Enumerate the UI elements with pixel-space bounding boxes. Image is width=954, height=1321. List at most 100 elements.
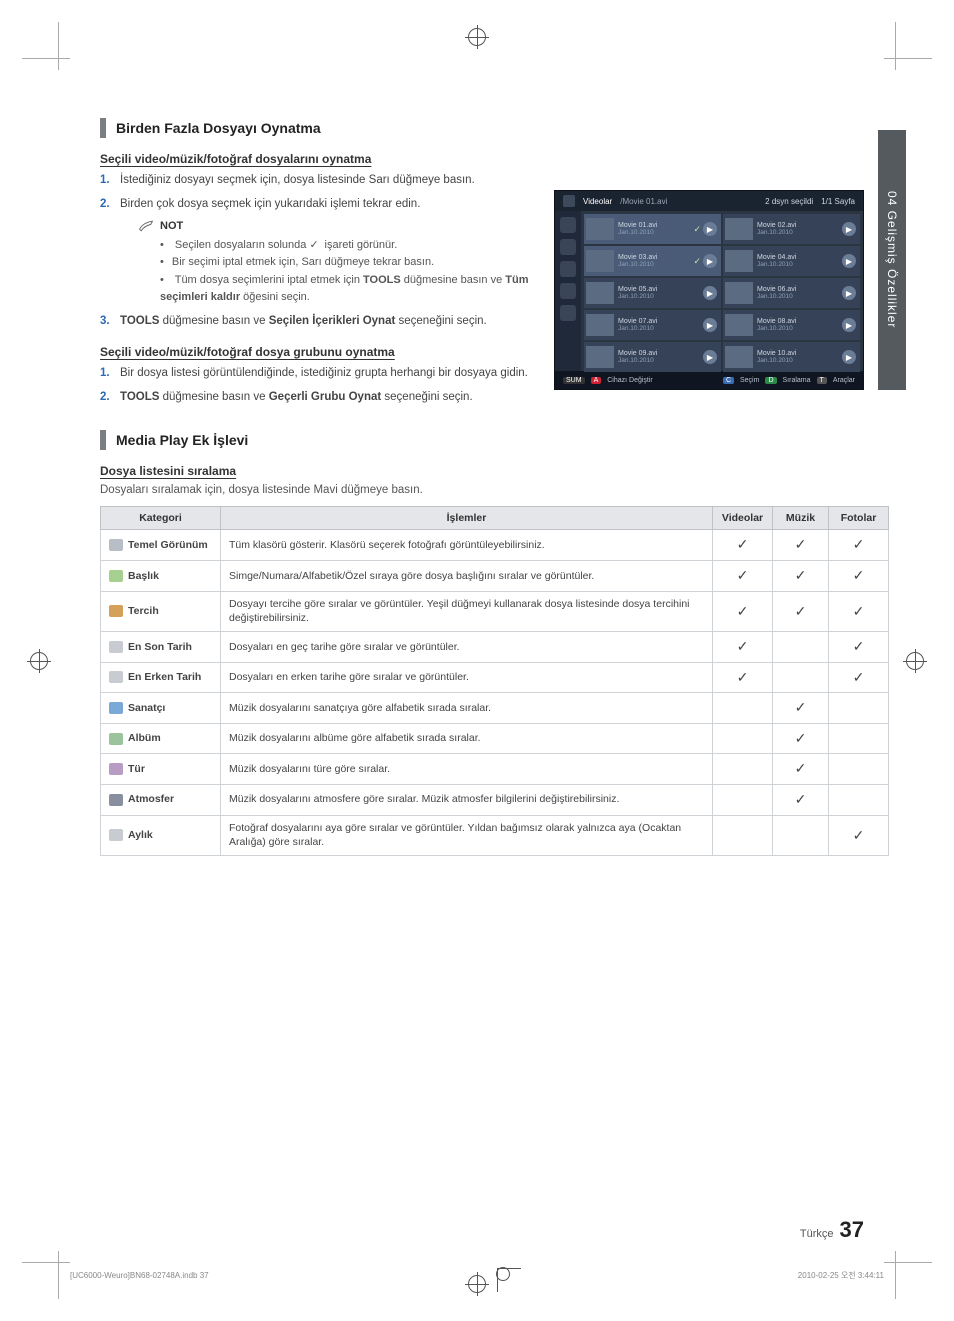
ss-file-item: Movie 07.aviJan.10.2010▶ xyxy=(584,310,721,340)
cell-ops: Dosyayı tercihe göre sıralar ve görüntül… xyxy=(221,591,713,631)
ss-header: Videolar /Movie 01.avi 2 dsyn seçildi 1/… xyxy=(555,191,863,211)
table-row: En Erken TarihDosyaları en erken tarihe … xyxy=(101,662,889,693)
cell-videos xyxy=(713,723,773,754)
bullet-text: düğmesine basın ve xyxy=(401,274,506,286)
cell-category: Aylık xyxy=(101,815,221,855)
cell-music: ✓ xyxy=(773,754,829,785)
check-icon: ✓ xyxy=(309,237,321,255)
cell-photos xyxy=(829,785,889,816)
footer-lang: Türkçe xyxy=(800,1228,834,1240)
th-music: Müzik xyxy=(773,507,829,530)
th-category: Kategori xyxy=(101,507,221,530)
thumbnail-icon xyxy=(586,314,614,336)
th-videos: Videolar xyxy=(713,507,773,530)
play-icon: ▶ xyxy=(842,254,856,268)
cell-category: En Erken Tarih xyxy=(101,662,221,693)
ss-item-text: Movie 09.aviJan.10.2010 xyxy=(618,350,657,365)
section-heading-1: Birden Fazla Dosyayı Oynatma xyxy=(100,118,889,138)
step-number: 1. xyxy=(100,365,120,383)
ss-item-name: Movie 10.avi xyxy=(757,350,796,358)
ss-grid: Movie 01.aviJan.10.2010✓▶Movie 02.aviJan… xyxy=(581,211,863,371)
thumbnail-icon xyxy=(725,346,753,368)
cell-category: Albüm xyxy=(101,723,221,754)
note-row: NOT xyxy=(138,218,555,235)
ss-item-date: Jan.10.2010 xyxy=(618,325,657,332)
ss-item-text: Movie 07.aviJan.10.2010 xyxy=(618,318,657,333)
ss-item-name: Movie 05.avi xyxy=(618,286,657,294)
table-row: TercihDosyayı tercihe göre sıralar ve gö… xyxy=(101,591,889,631)
category-icon xyxy=(109,570,123,582)
sidebar-icon xyxy=(560,261,576,277)
section-heading-2: Media Play Ek İşlevi xyxy=(100,430,889,450)
cell-ops: Tüm klasörü gösterir. Klasörü seçerek fo… xyxy=(221,530,713,561)
table-row: TürMüzik dosyalarını türe göre sıralar.✓ xyxy=(101,754,889,785)
category-icon xyxy=(109,605,123,617)
check-icon: ✓ xyxy=(693,224,701,235)
cell-photos: ✓ xyxy=(829,591,889,631)
table-row: AlbümMüzik dosyalarını albüme göre alfab… xyxy=(101,723,889,754)
ss-item-name: Movie 04.avi xyxy=(757,254,796,262)
section-bar-icon xyxy=(100,430,106,450)
cell-videos xyxy=(713,693,773,724)
doc-footer-right: 2010-02-25 오전 3:44:11 xyxy=(798,1270,884,1281)
ss-item-date: Jan.10.2010 xyxy=(757,229,796,236)
section-title-2: Media Play Ek İşlevi xyxy=(116,432,248,448)
thumbnail-icon xyxy=(725,218,753,240)
step-number: 2. xyxy=(100,196,120,307)
play-icon: ▶ xyxy=(703,350,717,364)
cell-category: Tür xyxy=(101,754,221,785)
ss-item-name: Movie 01.avi xyxy=(618,222,657,230)
bullet-2: Bir seçimi iptal etmek için, Sarı düğmey… xyxy=(160,254,555,272)
category-icon xyxy=(109,733,123,745)
cell-category: En Son Tarih xyxy=(101,632,221,663)
check-icon: ✓ xyxy=(693,256,701,267)
thumbnail-icon xyxy=(586,282,614,304)
page-body: Birden Fazla Dosyayı Oynatma Seçili vide… xyxy=(0,0,954,906)
step-1: 1. İstediğiniz dosyayı seçmek için, dosy… xyxy=(100,172,555,190)
ss-sidebar xyxy=(555,211,581,371)
cell-music: ✓ xyxy=(773,530,829,561)
tools-label: TOOLS xyxy=(120,391,159,403)
bullet-text: işareti görünür. xyxy=(321,239,397,251)
step-g2: 2. TOOLS düğmesine basın ve Geçerli Grub… xyxy=(100,389,800,407)
option-label: Seçilen İçerikleri Oynat xyxy=(269,315,396,327)
bullet-text: Tüm dosya seçimlerini iptal etmek için xyxy=(175,274,363,286)
table-row: En Son TarihDosyaları en geç tarihe göre… xyxy=(101,632,889,663)
cell-videos xyxy=(713,815,773,855)
cell-videos: ✓ xyxy=(713,530,773,561)
ss-item-text: Movie 01.aviJan.10.2010 xyxy=(618,222,657,237)
sidebar-icon xyxy=(560,239,576,255)
ss-item-name: Movie 02.avi xyxy=(757,222,796,230)
cell-ops: Müzik dosyalarını sanatçıya göre alfabet… xyxy=(221,693,713,724)
step-text: TOOLS düğmesine basın ve Geçerli Grubu O… xyxy=(120,389,800,407)
step-number: 1. xyxy=(100,172,120,190)
play-icon: ▶ xyxy=(703,286,717,300)
footer-a-text: Cihazı Değiştir xyxy=(607,377,653,384)
footer-c-text: Seçim xyxy=(740,377,759,384)
play-icon: ▶ xyxy=(842,350,856,364)
video-icon xyxy=(563,195,575,207)
cell-photos: ✓ xyxy=(829,815,889,855)
ss-item-date: Jan.10.2010 xyxy=(757,325,796,332)
ss-item-date: Jan.10.2010 xyxy=(618,293,657,300)
cell-photos: ✓ xyxy=(829,632,889,663)
cell-videos: ✓ xyxy=(713,591,773,631)
cell-category: Tercih xyxy=(101,591,221,631)
crop-mark xyxy=(22,1262,70,1263)
ss-item-date: Jan.10.2010 xyxy=(757,357,796,364)
cell-music xyxy=(773,632,829,663)
cell-ops: Fotoğraf dosyalarını aya göre sıralar ve… xyxy=(221,815,713,855)
ss-item-date: Jan.10.2010 xyxy=(618,357,657,364)
crop-mark xyxy=(58,1251,59,1299)
th-operations: İşlemler xyxy=(221,507,713,530)
crop-mark xyxy=(884,1262,932,1263)
ss-selected-count: 2 dsyn seçildi xyxy=(765,197,813,206)
cell-music: ✓ xyxy=(773,785,829,816)
badge-c: C xyxy=(723,377,734,384)
category-icon xyxy=(109,702,123,714)
cell-videos: ✓ xyxy=(713,561,773,592)
sort-intro: Dosyaları sıralamak için, dosya listesin… xyxy=(100,484,889,496)
bullet-text: Seçilen dosyaların solunda xyxy=(175,239,310,251)
step-text-content: Birden çok dosya seçmek için yukarıdaki … xyxy=(120,198,420,210)
category-icon xyxy=(109,763,123,775)
